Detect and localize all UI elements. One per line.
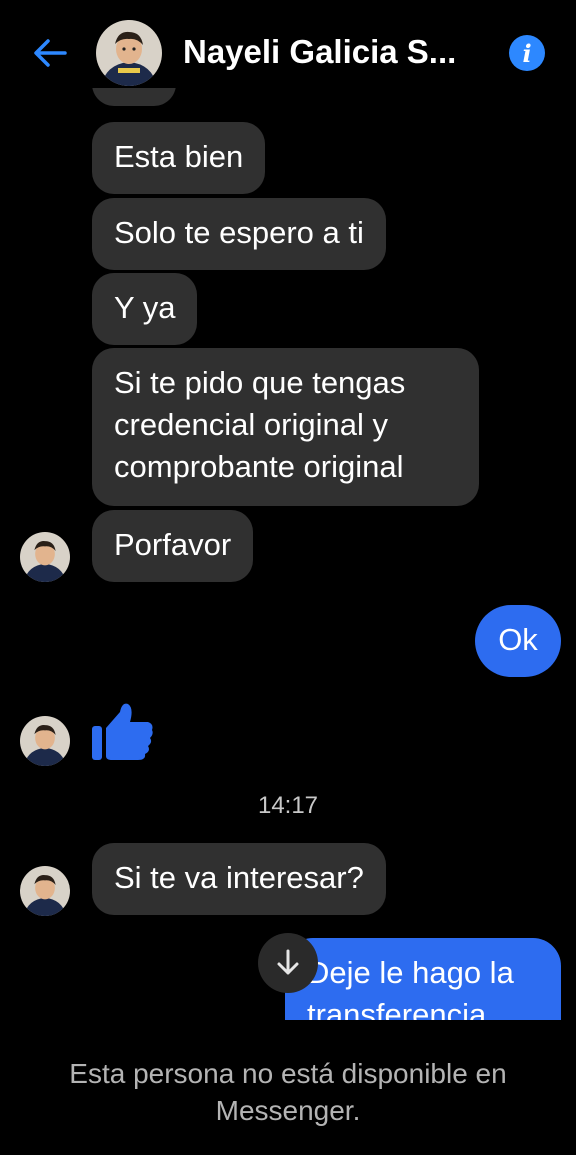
back-button[interactable] xyxy=(30,35,70,71)
contact-name[interactable]: Nayeli Galicia S... xyxy=(183,33,473,71)
message-text: Y ya xyxy=(114,290,176,325)
message-text-line: Si te pido que tengas xyxy=(114,365,406,400)
unavailable-banner: Esta persona no está disponible en Messe… xyxy=(0,1020,576,1155)
message-text: Solo te espero a ti xyxy=(114,215,364,250)
message-bubble-incoming: Esta bien xyxy=(92,122,266,194)
sender-avatar[interactable] xyxy=(20,866,70,916)
message-bubble-incoming: Porfavor xyxy=(92,510,254,582)
message-text-line: credencial original y xyxy=(114,407,388,442)
sender-avatar[interactable] xyxy=(20,716,70,766)
notice-line: Messenger. xyxy=(215,1095,361,1126)
message-bubble-incoming: Solo te espero a ti xyxy=(92,198,386,270)
message-text: Si te va interesar? xyxy=(114,860,364,895)
message-text-line: comprobante original xyxy=(114,449,404,484)
contact-avatar[interactable] xyxy=(96,20,162,86)
message-list[interactable]: Esta bien Solo te espero a ti Y ya Si te… xyxy=(0,88,576,1020)
message-bubble-partial xyxy=(92,88,176,106)
arrow-down-icon xyxy=(277,949,299,975)
sender-avatar[interactable] xyxy=(20,532,70,582)
thumbs-up-sticker xyxy=(90,698,156,764)
message-text-line: Deje le hago la xyxy=(307,955,514,990)
message-text-line: transferencia xyxy=(307,997,487,1020)
arrow-left-icon xyxy=(34,39,67,67)
message-bubble-incoming: Si te va interesar? xyxy=(92,843,386,915)
thumbs-up-icon xyxy=(92,703,153,760)
scroll-down-button[interactable] xyxy=(258,933,318,993)
notice-line: Esta persona no está disponible en xyxy=(69,1058,507,1089)
message-bubble-outgoing: Ok xyxy=(475,605,561,677)
message-bubble-incoming: Si te pido que tengas credencial origina… xyxy=(92,348,479,506)
unavailable-notice: Esta persona no está disponible en Messe… xyxy=(20,1055,556,1129)
timestamp: 14:17 xyxy=(257,792,319,819)
message-bubble-outgoing: Deje le hago la transferencia xyxy=(285,938,561,1020)
message-text: Ok xyxy=(498,622,538,657)
message-bubble-incoming: Y ya xyxy=(92,273,198,345)
message-text: Esta bien xyxy=(114,139,244,174)
info-icon: i xyxy=(522,38,532,68)
message-text: Porfavor xyxy=(114,527,232,562)
info-button[interactable]: i xyxy=(509,35,545,71)
